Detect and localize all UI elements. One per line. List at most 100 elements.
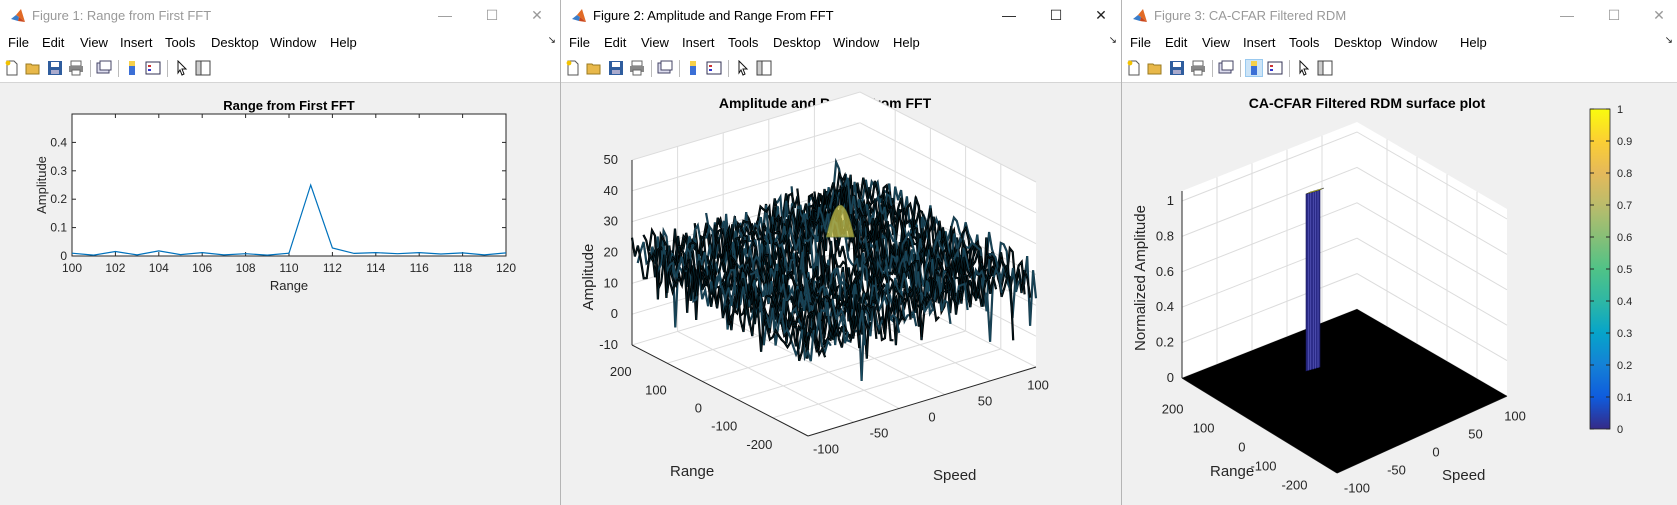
x-tick-label: -50 bbox=[870, 426, 889, 441]
z-tick-label: 1 bbox=[1167, 193, 1174, 208]
maximize-button[interactable]: ☐ bbox=[1043, 4, 1069, 26]
toolbar-separator bbox=[167, 60, 168, 77]
menu-file[interactable]: File bbox=[8, 35, 29, 50]
new-figure-icon[interactable] bbox=[4, 60, 20, 76]
title-bar[interactable]: Figure 1: Range from First FFT — ☐ ✕ bbox=[0, 0, 560, 31]
menu-window[interactable]: Window bbox=[833, 35, 879, 50]
menu-desktop[interactable]: Desktop bbox=[773, 35, 821, 50]
figure-3-window[interactable]: Figure 3: CA-CFAR Filtered RDM — ☐ ✕ Fil… bbox=[1122, 0, 1677, 505]
toolbar-separator bbox=[118, 60, 119, 77]
figure-2-window[interactable]: Figure 2: Amplitude and Range From FFT —… bbox=[560, 0, 1122, 505]
property-inspector-icon[interactable] bbox=[1317, 60, 1333, 76]
toolstrip-expand-icon[interactable]: ↘ bbox=[1109, 35, 1117, 46]
print-icon[interactable] bbox=[1190, 60, 1206, 76]
x-axis-label: Range bbox=[270, 278, 308, 293]
print-icon[interactable] bbox=[68, 60, 84, 76]
menu-edit[interactable]: Edit bbox=[1165, 35, 1187, 50]
figure-canvas: Range from First FFT 100 102 104 106 108 110 1… bbox=[0, 83, 560, 505]
menu-window[interactable]: Window bbox=[1391, 35, 1437, 50]
insert-colorbar-icon[interactable] bbox=[685, 60, 701, 76]
save-icon[interactable] bbox=[1169, 60, 1185, 76]
menu-help[interactable]: Help bbox=[1460, 35, 1487, 50]
x-tick-label: 120 bbox=[496, 261, 516, 275]
figure-1-window[interactable]: Figure 1: Range from First FFT — ☐ ✕ Fil… bbox=[0, 0, 560, 505]
insert-legend-icon[interactable] bbox=[706, 60, 722, 76]
menu-file[interactable]: File bbox=[1130, 35, 1151, 50]
minimize-button[interactable]: — bbox=[1554, 4, 1580, 26]
x-tick-label: 116 bbox=[410, 261, 429, 275]
insert-legend-icon[interactable] bbox=[1267, 60, 1283, 76]
menu-insert[interactable]: Insert bbox=[1243, 35, 1276, 50]
open-file-icon[interactable] bbox=[586, 60, 602, 76]
x-tick-label: 106 bbox=[192, 261, 212, 275]
toolstrip-expand-icon[interactable]: ↘ bbox=[1665, 35, 1673, 46]
open-file-icon[interactable] bbox=[25, 60, 41, 76]
open-file-icon[interactable] bbox=[1147, 60, 1163, 76]
menu-insert[interactable]: Insert bbox=[682, 35, 715, 50]
menu-edit[interactable]: Edit bbox=[604, 35, 626, 50]
menu-view[interactable]: View bbox=[641, 35, 669, 50]
figure-toolbar bbox=[561, 55, 1121, 83]
y-tick-label: -100 bbox=[711, 419, 737, 434]
window-title: Figure 2: Amplitude and Range From FFT bbox=[593, 8, 834, 23]
cfar-rdm-surface-plot: CA-CFAR Filtered RDM surface plot 1 0.8 0.… bbox=[1132, 95, 1632, 495]
title-bar[interactable]: Figure 3: CA-CFAR Filtered RDM — ☐ ✕ bbox=[1122, 0, 1677, 31]
link-plot-icon[interactable] bbox=[96, 60, 112, 76]
new-figure-icon[interactable] bbox=[1126, 60, 1142, 76]
property-inspector-icon[interactable] bbox=[756, 60, 772, 76]
print-icon[interactable] bbox=[629, 60, 645, 76]
colorbar-tick-label: 0.1 bbox=[1617, 392, 1632, 404]
y-axis-label: Amplitude bbox=[34, 156, 49, 214]
x-tick-label: 104 bbox=[149, 261, 169, 275]
z-tick-label: 0.8 bbox=[1156, 228, 1174, 243]
x-tick-label: 114 bbox=[366, 261, 385, 275]
link-plot-icon[interactable] bbox=[1218, 60, 1234, 76]
colorbar-tick-label: 0 bbox=[1617, 424, 1623, 436]
menu-desktop[interactable]: Desktop bbox=[1334, 35, 1382, 50]
link-plot-icon[interactable] bbox=[657, 60, 673, 76]
minimize-button[interactable]: — bbox=[432, 4, 458, 26]
menu-desktop[interactable]: Desktop bbox=[211, 35, 259, 50]
save-icon[interactable] bbox=[608, 60, 624, 76]
colorbar-tick-label: 0.3 bbox=[1617, 328, 1632, 340]
edit-plot-pointer-icon[interactable] bbox=[735, 60, 751, 76]
colorbar-tick-label: 0.8 bbox=[1617, 168, 1632, 180]
y-tick-label: 200 bbox=[610, 364, 632, 379]
z-tick-label: 0.6 bbox=[1156, 264, 1174, 279]
menu-tools[interactable]: Tools bbox=[728, 35, 758, 50]
x-tick-label: -100 bbox=[1344, 480, 1370, 495]
edit-plot-pointer-icon[interactable] bbox=[1296, 60, 1312, 76]
maximize-button[interactable]: ☐ bbox=[1601, 4, 1627, 26]
menu-edit[interactable]: Edit bbox=[42, 35, 64, 50]
menu-window[interactable]: Window bbox=[270, 35, 316, 50]
insert-colorbar-icon[interactable] bbox=[1245, 59, 1263, 77]
menu-tools[interactable]: Tools bbox=[165, 35, 195, 50]
edit-plot-pointer-icon[interactable] bbox=[174, 60, 190, 76]
title-bar[interactable]: Figure 2: Amplitude and Range From FFT —… bbox=[561, 0, 1121, 31]
maximize-button[interactable]: ☐ bbox=[479, 4, 505, 26]
close-button[interactable]: ✕ bbox=[1646, 4, 1672, 26]
insert-colorbar-icon[interactable] bbox=[124, 60, 140, 76]
x-tick-label: 118 bbox=[453, 261, 472, 275]
y-tick-label: -200 bbox=[746, 437, 772, 452]
property-inspector-icon[interactable] bbox=[195, 60, 211, 76]
colorbar-tick-label: 1 bbox=[1617, 104, 1623, 116]
menu-help[interactable]: Help bbox=[893, 35, 920, 50]
menu-insert[interactable]: Insert bbox=[120, 35, 153, 50]
matlab-logo-icon bbox=[1133, 9, 1147, 22]
close-button[interactable]: ✕ bbox=[1088, 4, 1114, 26]
menu-view[interactable]: View bbox=[80, 35, 108, 50]
minimize-button[interactable]: — bbox=[996, 4, 1022, 26]
save-icon[interactable] bbox=[47, 60, 63, 76]
menu-tools[interactable]: Tools bbox=[1289, 35, 1319, 50]
plot-area bbox=[71, 113, 507, 257]
toolbar-separator bbox=[1212, 60, 1213, 77]
new-figure-icon[interactable] bbox=[565, 60, 581, 76]
insert-legend-icon[interactable] bbox=[145, 60, 161, 76]
menu-help[interactable]: Help bbox=[330, 35, 357, 50]
menu-view[interactable]: View bbox=[1202, 35, 1230, 50]
close-button[interactable]: ✕ bbox=[524, 4, 550, 26]
menu-file[interactable]: File bbox=[569, 35, 590, 50]
y-tick-label: 0.2 bbox=[50, 192, 67, 206]
toolstrip-expand-icon[interactable]: ↘ bbox=[548, 35, 556, 46]
